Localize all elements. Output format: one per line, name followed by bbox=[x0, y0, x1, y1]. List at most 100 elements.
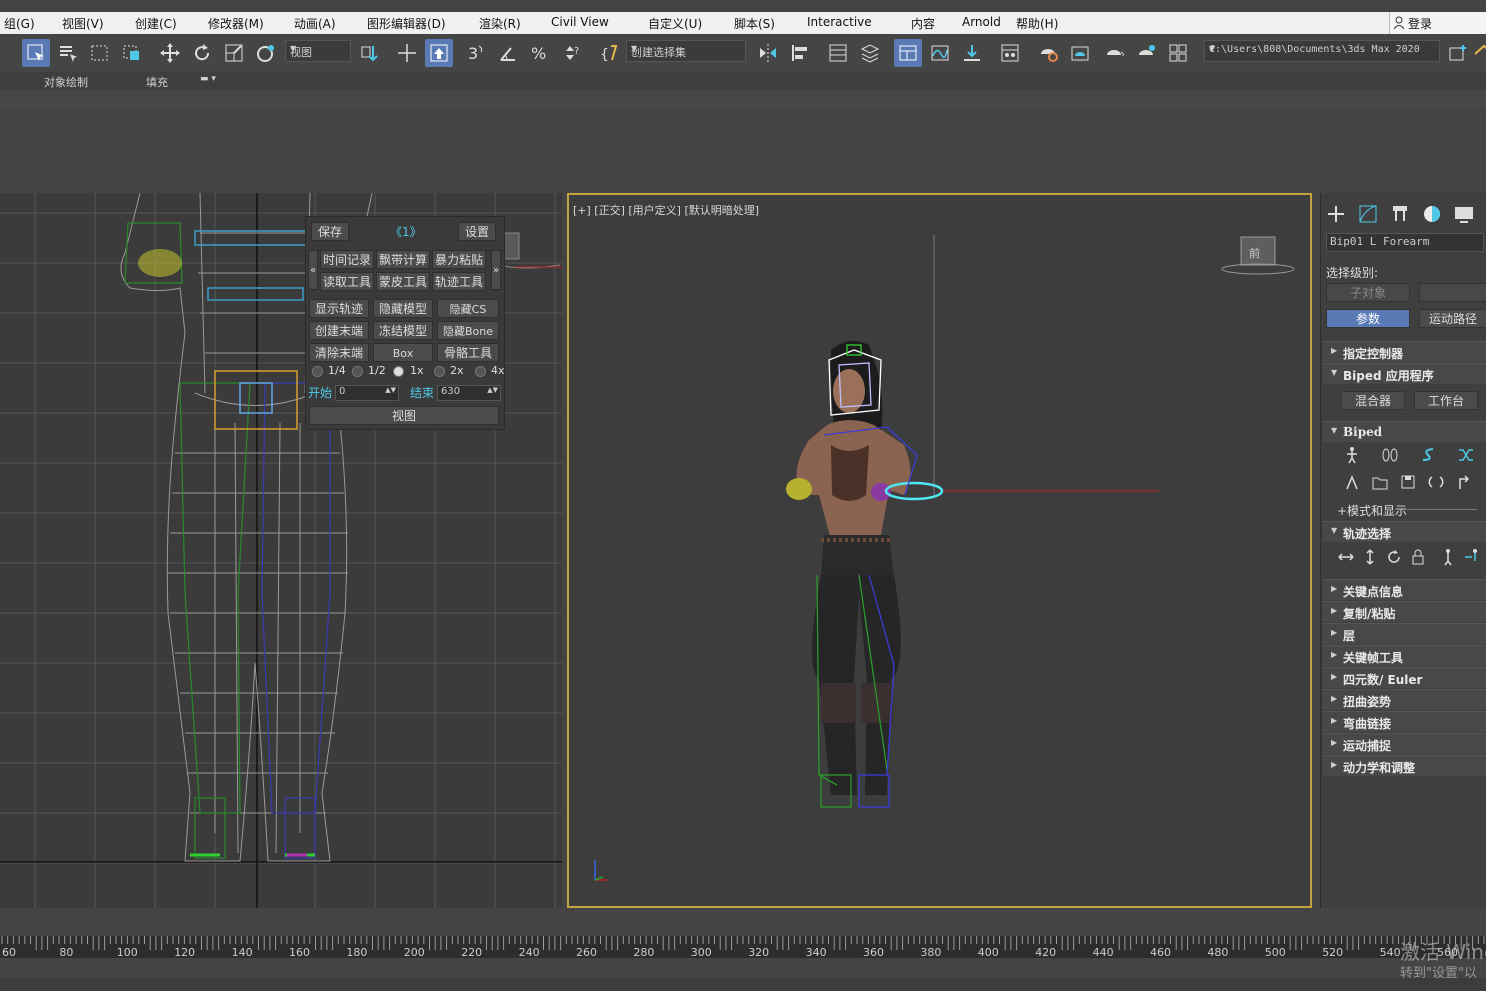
render-shortcuts-icon[interactable] bbox=[1164, 39, 1192, 67]
mixer-mode-icon[interactable] bbox=[1457, 446, 1475, 464]
hide-cs-button[interactable]: 隐藏CS bbox=[437, 299, 499, 318]
hide-model-button[interactable]: 隐藏模型 bbox=[373, 299, 433, 318]
rollout-key-info[interactable]: ▶ 关键点信息 bbox=[1323, 579, 1486, 600]
body-horizontal-icon[interactable] bbox=[1337, 548, 1355, 566]
time-ruler[interactable] bbox=[0, 936, 1486, 958]
subobject-button[interactable]: 子对象 bbox=[1326, 283, 1410, 302]
ribbon-fill[interactable]: 填充 bbox=[146, 74, 168, 90]
layer-explorer-icon[interactable] bbox=[856, 39, 884, 67]
hide-bone-button[interactable]: 隐藏Bone bbox=[437, 321, 499, 340]
force-paste-button[interactable]: 暴力粘贴 bbox=[432, 250, 486, 269]
object-name-field[interactable]: Bip01 L Forearm bbox=[1326, 233, 1484, 252]
convert-icon[interactable] bbox=[1427, 473, 1445, 491]
rollout-track-selection[interactable]: ▼ 轨迹选择 bbox=[1323, 521, 1486, 542]
select-object-icon[interactable] bbox=[22, 39, 50, 67]
box-button[interactable]: Box bbox=[373, 343, 433, 362]
view-button[interactable]: 视图 bbox=[309, 406, 499, 425]
login-area[interactable]: 登录 bbox=[1389, 12, 1486, 34]
body-vertical-icon[interactable] bbox=[1361, 548, 1379, 566]
menu-content[interactable]: 内容 bbox=[911, 15, 935, 32]
subobject-level-dropdown[interactable] bbox=[1419, 283, 1486, 302]
menu-arnold[interactable]: Arnold bbox=[962, 15, 1001, 29]
menu-animation[interactable]: 动画(A) bbox=[294, 15, 336, 32]
rollout-bend-links[interactable]: ▶ 弯曲链接 bbox=[1323, 711, 1486, 732]
menu-create[interactable]: 创建(C) bbox=[135, 15, 177, 32]
named-selection-set-dropdown[interactable]: 创建选择集 ▼ bbox=[626, 40, 746, 62]
freeze-model-button[interactable]: 冻结模型 bbox=[373, 321, 433, 340]
project-path-dropdown[interactable]: C:\Users\808\Documents\3ds Max 2020 ▼ bbox=[1204, 40, 1440, 62]
workbench-button[interactable]: 工作台 bbox=[1414, 391, 1478, 410]
ribbon-object-paint[interactable]: 对象绘制 bbox=[44, 74, 88, 90]
select-by-name-icon[interactable] bbox=[54, 39, 82, 67]
ortho-viewport-shaded[interactable]: [+] [正交] [用户定义] [默认明暗处理] 前 bbox=[567, 193, 1312, 908]
opposite-icon[interactable] bbox=[1463, 548, 1481, 566]
menu-customize[interactable]: 自定义(U) bbox=[648, 15, 702, 32]
hierarchy-tab-icon[interactable] bbox=[1387, 201, 1413, 227]
pivot-icon[interactable] bbox=[356, 39, 384, 67]
login-label[interactable]: 登录 bbox=[1408, 15, 1432, 32]
load-file-icon[interactable] bbox=[1371, 473, 1389, 491]
track-tool-button[interactable]: 轨迹工具 bbox=[432, 272, 486, 291]
viewport-label[interactable]: [+] [正交] [用户定义] [默认明暗处理] bbox=[573, 202, 759, 218]
select-manipulate-icon[interactable] bbox=[393, 39, 421, 67]
menu-rendering[interactable]: 渲染(R) bbox=[479, 15, 521, 32]
mirror-icon[interactable] bbox=[754, 39, 782, 67]
prev-page-icon[interactable]: « bbox=[308, 250, 318, 290]
move-icon[interactable] bbox=[156, 39, 184, 67]
ribbon-calc-button[interactable]: 飘带计算 bbox=[376, 250, 430, 269]
rollout-twist-poses[interactable]: ▶ 扭曲姿势 bbox=[1323, 689, 1486, 710]
render-setup-icon[interactable] bbox=[1034, 39, 1062, 67]
scene-explorer-icon[interactable] bbox=[824, 39, 852, 67]
mixer-button[interactable]: 混合器 bbox=[1341, 391, 1405, 410]
speed-1x-radio[interactable] bbox=[393, 366, 404, 377]
menu-civil-view[interactable]: Civil View bbox=[551, 15, 609, 29]
reference-coord-dropdown[interactable]: 视图 ▼ bbox=[285, 40, 351, 62]
parameters-button[interactable]: 参数 bbox=[1326, 309, 1410, 328]
rollout-layers[interactable]: ▶ 层 bbox=[1323, 623, 1486, 644]
move-all-mode-icon[interactable] bbox=[1455, 473, 1473, 491]
lock-cog-icon[interactable] bbox=[1409, 548, 1427, 566]
start-frame-spinner[interactable]: 0 ▲▼ bbox=[335, 385, 399, 401]
toggle-ribbon-icon[interactable] bbox=[894, 39, 922, 67]
rollout-copy-paste[interactable]: ▶ 复制/粘贴 bbox=[1323, 601, 1486, 622]
end-frame-spinner[interactable]: 630 ▲▼ bbox=[437, 385, 501, 401]
symmetrical-icon[interactable] bbox=[1439, 548, 1457, 566]
rotate-icon[interactable] bbox=[188, 39, 216, 67]
rollout-motion-capture[interactable]: ▶ 运动捕捉 bbox=[1323, 733, 1486, 754]
modes-display-toggle[interactable]: +模式和显示 bbox=[1337, 502, 1407, 519]
scale-icon[interactable] bbox=[220, 39, 248, 67]
motion-flow-icon[interactable] bbox=[1419, 446, 1437, 464]
rendered-frame-window-icon[interactable] bbox=[1066, 39, 1094, 67]
schematic-view-icon[interactable] bbox=[958, 39, 986, 67]
body-rotation-icon[interactable] bbox=[1385, 548, 1403, 566]
menu-group[interactable]: 组(G) bbox=[4, 15, 35, 32]
save-button[interactable]: 保存 bbox=[311, 222, 349, 241]
display-tab-icon[interactable] bbox=[1451, 201, 1477, 227]
motion-paths-button[interactable]: 运动路径 bbox=[1419, 309, 1486, 328]
keyboard-shortcut-icon[interactable] bbox=[425, 39, 453, 67]
next-page-icon[interactable]: » bbox=[491, 250, 501, 290]
bone-tool-button[interactable]: 骨骼工具 bbox=[437, 343, 499, 362]
speed-2x-radio[interactable] bbox=[434, 366, 445, 377]
rollout-dynamics[interactable]: ▶ 动力学和调整 bbox=[1323, 755, 1486, 776]
speed-half-radio[interactable] bbox=[352, 366, 363, 377]
rollout-quaternion-euler[interactable]: ▶ 四元数/ Euler bbox=[1323, 667, 1486, 688]
clear-end-button[interactable]: 清除末端 bbox=[309, 343, 369, 362]
footstep-mode-icon[interactable] bbox=[1381, 446, 1399, 464]
figure-mode-icon[interactable] bbox=[1343, 446, 1361, 464]
snaps-toggle-icon[interactable]: 3 bbox=[462, 39, 490, 67]
menu-scripting[interactable]: 脚本(S) bbox=[734, 15, 775, 32]
modify-tab-icon[interactable] bbox=[1355, 201, 1381, 227]
spinner-snap-icon[interactable]: ? bbox=[558, 39, 586, 67]
curve-editor-icon[interactable] bbox=[926, 39, 954, 67]
ribbon-options-icon[interactable]: ▬ ▾ bbox=[200, 74, 216, 84]
menu-help[interactable]: 帮助(H) bbox=[1016, 15, 1058, 32]
menu-interactive[interactable]: Interactive bbox=[807, 15, 872, 29]
settings-button[interactable]: 设置 bbox=[458, 222, 496, 241]
rect-selection-icon[interactable] bbox=[86, 39, 114, 67]
render-production-icon[interactable] bbox=[1100, 39, 1128, 67]
menu-view[interactable]: 视图(V) bbox=[62, 15, 104, 32]
biped-playback-icon[interactable] bbox=[1343, 473, 1361, 491]
render-iterative-icon[interactable] bbox=[1132, 39, 1160, 67]
percent-snap-icon[interactable]: % bbox=[526, 39, 554, 67]
